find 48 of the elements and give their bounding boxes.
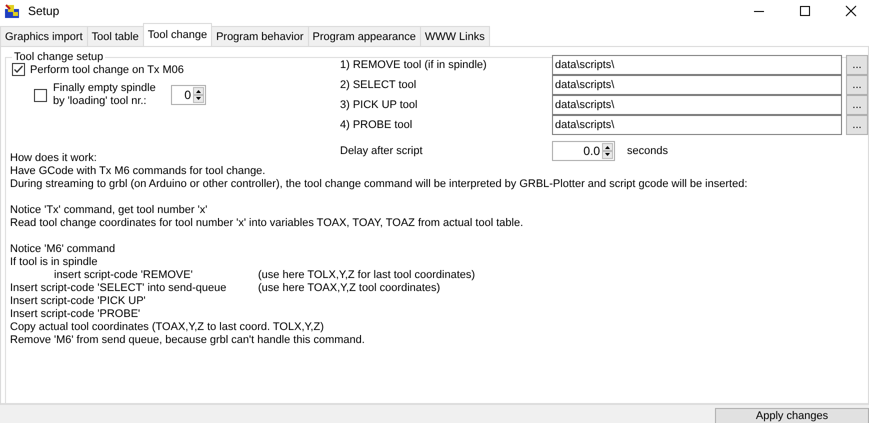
help-text: Notice 'Tx' command, get tool number 'x' bbox=[10, 204, 208, 217]
window-title: Setup bbox=[28, 4, 60, 18]
browse-button[interactable]: ... bbox=[846, 115, 868, 135]
spinner-arrows-icon[interactable] bbox=[193, 87, 204, 103]
help-text: insert script-code 'REMOVE' bbox=[53, 269, 194, 282]
group-title: Tool change setup bbox=[13, 51, 104, 63]
help-text: Insert script-code 'PICK UP' bbox=[10, 295, 146, 308]
tab[interactable]: Program behavior bbox=[211, 26, 308, 46]
browse-button[interactable]: ... bbox=[846, 75, 868, 95]
unit-label: seconds bbox=[627, 145, 668, 157]
tab[interactable]: Program appearance bbox=[308, 26, 421, 46]
browse-button[interactable]: ... bbox=[846, 55, 868, 75]
help-text: Notice 'M6' command bbox=[10, 243, 116, 256]
apply-button[interactable]: Apply changes bbox=[715, 408, 869, 423]
spinner-arrows-icon[interactable] bbox=[602, 143, 613, 159]
help-text: Insert script-code 'PROBE' bbox=[10, 308, 140, 321]
script-label: 2) SELECT tool bbox=[339, 79, 418, 91]
help-note: (use here TOLX,Y,Z for last tool coordinates) bbox=[258, 269, 476, 282]
help-text: How does it work: bbox=[10, 152, 97, 165]
tab[interactable]: WWW Links bbox=[420, 26, 490, 46]
delay-label: Delay after script bbox=[339, 145, 424, 157]
tab[interactable]: Graphics import bbox=[0, 26, 88, 46]
delay-spinner[interactable]: 0.0 bbox=[552, 141, 615, 161]
checkbox-label: Perform tool change on Tx M06 bbox=[30, 64, 184, 76]
close-icon[interactable] bbox=[845, 5, 857, 17]
help-text: Insert script-code 'SELECT' into send-queue bbox=[10, 282, 226, 295]
checkbox[interactable] bbox=[34, 88, 47, 102]
help-text: Remove 'M6' from send queue, because grbl can't handle this command. bbox=[10, 334, 365, 347]
help-note: (use here TOAX,Y,Z tool coordinates) bbox=[258, 282, 440, 295]
checkbox-label: Finally empty spindle by 'loading' tool nr.: bbox=[53, 82, 157, 108]
browse-button[interactable]: ... bbox=[846, 95, 868, 115]
path-field[interactable]: data\scripts\ bbox=[552, 55, 842, 75]
help-text: During streaming to grbl (on Arduino or other controller), the tool change command will be interpreted by GRBL-Plotter and script gcode will be inserted: bbox=[10, 178, 748, 191]
app-icon bbox=[4, 3, 20, 19]
path-field[interactable]: data\scripts\ bbox=[552, 75, 842, 95]
help-text: If tool is in spindle bbox=[10, 256, 98, 269]
tab[interactable]: Tool table bbox=[86, 26, 144, 46]
help-text: Have GCode with Tx M6 commands for tool change. bbox=[10, 165, 266, 178]
path-field[interactable]: data\scripts\ bbox=[552, 95, 842, 115]
script-label: 4) PROBE tool bbox=[339, 119, 414, 131]
script-label: 1) REMOVE tool (if in spindle) bbox=[339, 59, 488, 71]
path-field[interactable]: data\scripts\ bbox=[552, 115, 842, 135]
maximize-icon[interactable] bbox=[799, 5, 811, 17]
checkbox[interactable] bbox=[12, 63, 25, 76]
help-text: Read tool change coordinates for tool number 'x' into variables TOAX, TOAY, TOAZ from actual tool table. bbox=[10, 217, 524, 230]
number-spinner[interactable]: 0 bbox=[171, 85, 206, 105]
script-label: 3) PICK UP tool bbox=[339, 99, 418, 111]
help-text: Copy actual tool coordinates (TOAX,Y,Z to last coord. TOLX,Y,Z) bbox=[10, 321, 324, 334]
